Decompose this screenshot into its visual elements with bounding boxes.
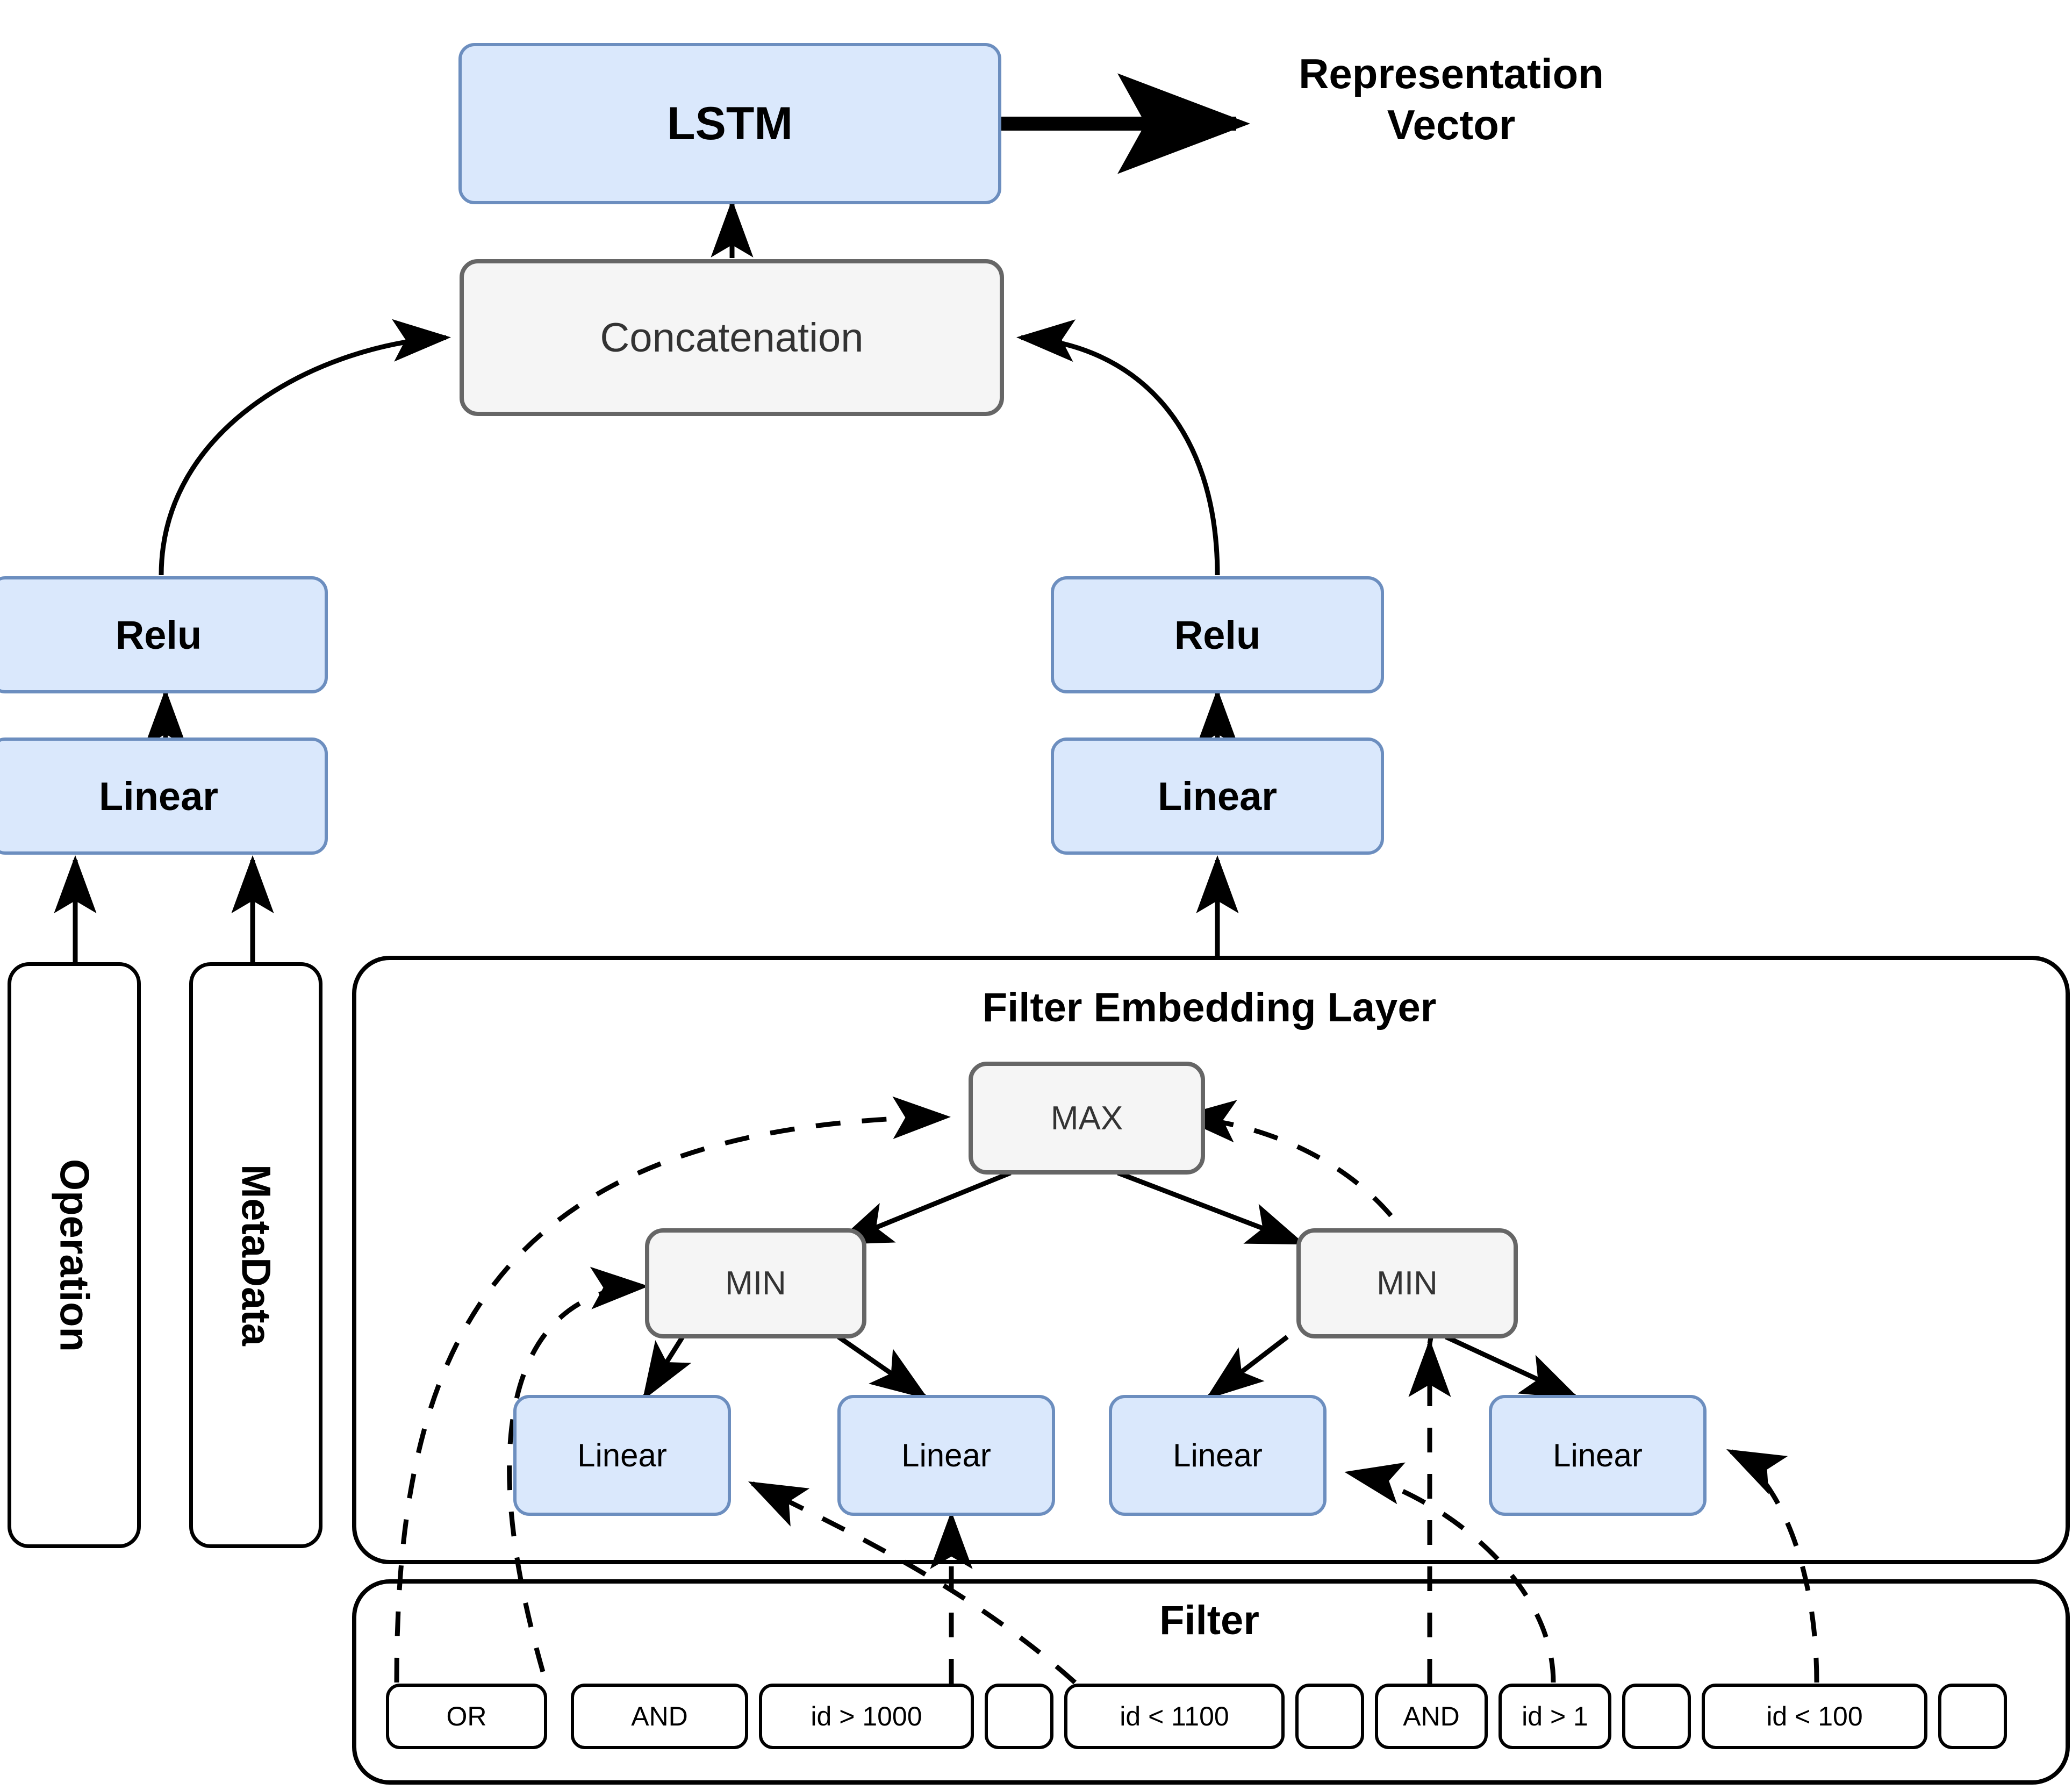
left-relu-label: Relu [115,612,202,657]
filter-token[interactable]: id < 1100 [1064,1684,1285,1749]
filter-token[interactable]: id > 1000 [759,1684,974,1749]
right-relu-label: Relu [1174,612,1261,657]
edge-right-relu-to-concat [1016,319,1220,576]
filter-title-text: Filter [1159,1597,1259,1643]
edge-left-relu-to-concat [159,319,451,576]
filter-token-label: AND [631,1701,688,1731]
left-linear-node[interactable]: Linear [0,738,328,855]
min-left-node[interactable]: MIN [645,1228,866,1338]
filter-token-label: id > 1000 [811,1701,922,1731]
min-right-node[interactable]: MIN [1296,1228,1518,1338]
filter-token[interactable] [985,1684,1053,1749]
filter-token[interactable] [1938,1684,2007,1749]
concatenation-node[interactable]: Concatenation [460,259,1004,416]
right-linear-node[interactable]: Linear [1051,738,1384,855]
filter-token-label: id < 1100 [1120,1701,1229,1731]
metadata-label: MetaData [233,1164,279,1346]
filter-token[interactable]: id < 100 [1702,1684,1927,1749]
filter-token-label: id < 100 [1766,1701,1863,1731]
left-linear-label: Linear [98,774,219,819]
filter-token-label: AND [1403,1701,1460,1731]
filter-token[interactable]: id > 1 [1499,1684,1611,1749]
max-label: MAX [1050,1099,1123,1137]
filter-embedding-layer-title: Filter Embedding Layer [860,978,1559,1037]
filter-embedding-layer-title-text: Filter Embedding Layer [982,984,1437,1030]
representation-vector-line1: Representation [1299,49,1604,97]
concatenation-label: Concatenation [600,314,864,361]
filter-token-label: OR [446,1701,487,1731]
filter-token[interactable]: AND [1375,1684,1488,1749]
min-left-label: MIN [725,1265,786,1302]
right-relu-node[interactable]: Relu [1051,576,1384,693]
operation-label: Operation [51,1158,97,1352]
metadata-node[interactable]: MetaData [189,962,322,1548]
diagram-canvas: LSTM Representation Vector Concatenation… [0,0,2072,1790]
lstm-node[interactable]: LSTM [458,43,1001,204]
fel-linear-1[interactable]: Linear [513,1395,731,1516]
left-relu-node[interactable]: Relu [0,576,328,693]
representation-vector-line2: Vector [1387,101,1516,148]
fel-linear-4-label: Linear [1553,1437,1643,1473]
filter-token-label: id > 1 [1522,1701,1588,1731]
fel-linear-3-label: Linear [1173,1437,1263,1473]
filter-token[interactable] [1622,1684,1691,1749]
operation-node[interactable]: Operation [8,962,141,1548]
right-linear-label: Linear [1157,774,1278,819]
fel-linear-2-label: Linear [901,1437,991,1473]
representation-vector-label: Representation Vector [1252,32,1650,167]
lstm-label: LSTM [666,97,793,149]
filter-title: Filter [1075,1591,1344,1650]
filter-token[interactable]: OR [386,1684,547,1749]
fel-linear-2[interactable]: Linear [837,1395,1055,1516]
max-node[interactable]: MAX [969,1062,1205,1175]
min-right-label: MIN [1376,1265,1438,1302]
fel-linear-4[interactable]: Linear [1489,1395,1707,1516]
fel-linear-1-label: Linear [577,1437,667,1473]
filter-token[interactable] [1295,1684,1364,1749]
fel-linear-3[interactable]: Linear [1109,1395,1327,1516]
filter-token[interactable]: AND [571,1684,748,1749]
